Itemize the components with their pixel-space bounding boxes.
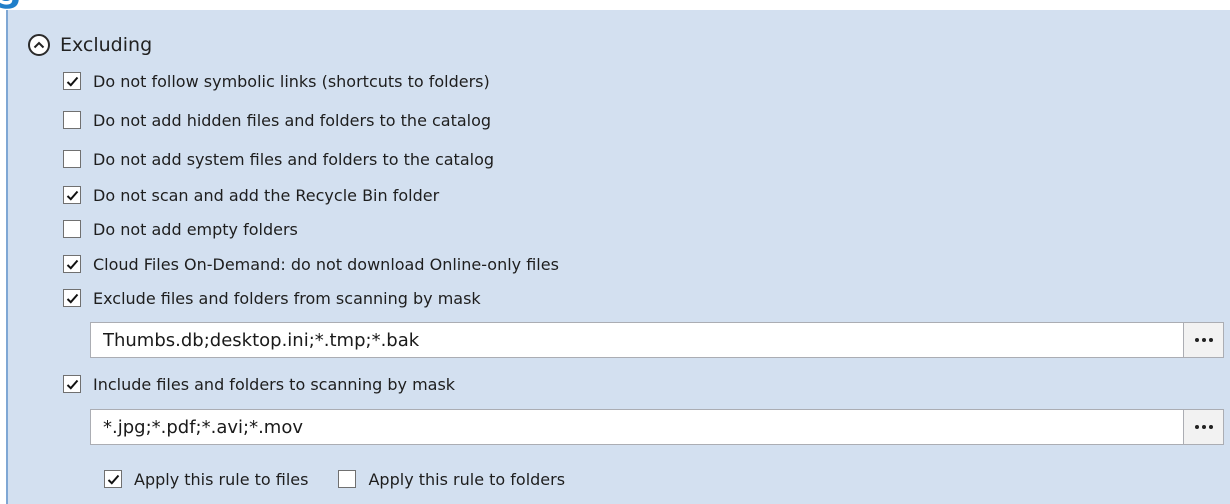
option-label: Do not add system files and folders to t… xyxy=(93,149,495,169)
checkbox[interactable] xyxy=(63,289,81,307)
ellipsis-icon xyxy=(1194,425,1213,429)
option-exclude-by-mask[interactable]: Exclude files and folders from scanning … xyxy=(63,285,481,311)
option-label: Do not add empty folders xyxy=(93,219,298,239)
checkbox[interactable] xyxy=(104,470,122,488)
apply-rule-row: Apply this rule to files Apply this rule… xyxy=(104,466,565,492)
excluding-section: Excluding Do not follow symbolic links (… xyxy=(6,10,1230,504)
option-no-hidden-files[interactable]: Do not add hidden files and folders to t… xyxy=(63,107,491,133)
option-include-by-mask[interactable]: Include files and folders to scanning by… xyxy=(63,371,455,397)
checkbox[interactable] xyxy=(63,72,81,90)
option-label: Apply this rule to folders xyxy=(368,469,566,489)
option-label: Apply this rule to files xyxy=(134,469,309,489)
apply-to-files-option[interactable]: Apply this rule to files xyxy=(104,470,308,489)
checkbox[interactable] xyxy=(63,111,81,129)
apply-to-folders-option[interactable]: Apply this rule to folders xyxy=(338,470,565,489)
checkbox[interactable] xyxy=(63,255,81,273)
include-mask-row xyxy=(90,409,1224,445)
checkbox[interactable] xyxy=(63,186,81,204)
option-cloud-files[interactable]: Cloud Files On-Demand: do not download O… xyxy=(63,251,559,277)
checkbox[interactable] xyxy=(63,150,81,168)
option-label: Do not add hidden files and folders to t… xyxy=(93,110,492,130)
section-title: Excluding xyxy=(60,34,153,56)
checkbox[interactable] xyxy=(63,375,81,393)
checkbox[interactable] xyxy=(63,220,81,238)
heading-fragment: g xyxy=(0,0,48,10)
option-no-system-files[interactable]: Do not add system files and folders to t… xyxy=(63,146,494,172)
option-no-recycle-bin[interactable]: Do not scan and add the Recycle Bin fold… xyxy=(63,182,439,208)
option-no-symbolic-links[interactable]: Do not follow symbolic links (shortcuts … xyxy=(63,68,490,94)
option-label: Exclude files and folders from scanning … xyxy=(93,288,481,308)
exclude-mask-browse-button[interactable] xyxy=(1184,322,1224,358)
include-mask-browse-button[interactable] xyxy=(1184,409,1224,445)
option-label: Do not follow symbolic links (shortcuts … xyxy=(93,71,490,91)
option-no-empty-folders[interactable]: Do not add empty folders xyxy=(63,216,298,242)
exclude-mask-row xyxy=(90,322,1224,358)
include-mask-input[interactable] xyxy=(90,409,1184,445)
option-label: Cloud Files On-Demand: do not download O… xyxy=(93,254,559,274)
section-header[interactable]: Excluding xyxy=(28,28,152,62)
exclude-mask-input[interactable] xyxy=(90,322,1184,358)
option-label: Do not scan and add the Recycle Bin fold… xyxy=(93,185,440,205)
option-label: Include files and folders to scanning by… xyxy=(93,374,456,394)
chevron-up-circle-icon[interactable] xyxy=(28,34,50,56)
checkbox[interactable] xyxy=(338,470,357,488)
ellipsis-icon xyxy=(1194,338,1213,342)
